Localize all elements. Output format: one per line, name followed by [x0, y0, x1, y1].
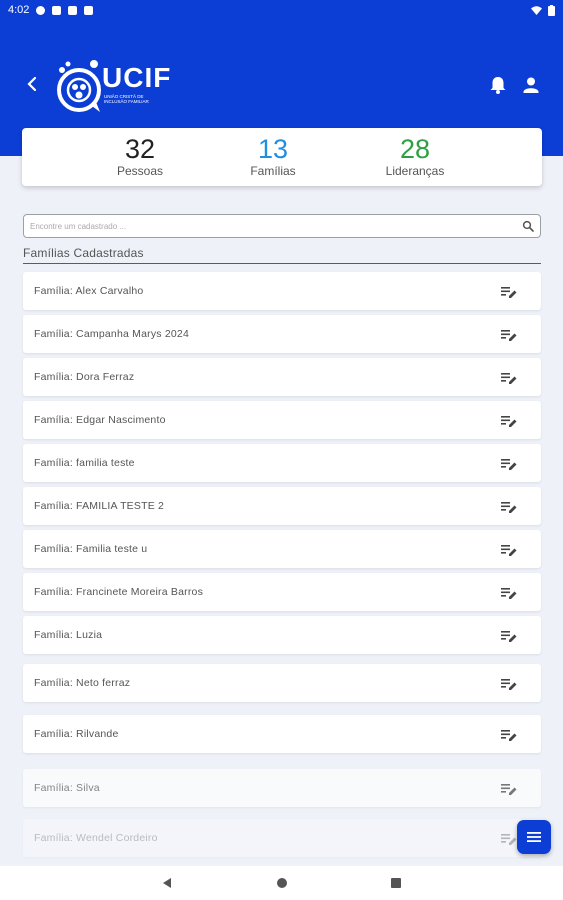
search-input[interactable]	[30, 221, 522, 231]
family-name: Família: Rilvande	[34, 728, 119, 740]
stats-card: 32 Pessoas 13 Famílias 28 Lideranças	[22, 128, 542, 186]
logo-emblem-icon	[57, 60, 101, 112]
battery-icon	[548, 4, 555, 16]
edit-note-icon[interactable]	[501, 328, 517, 342]
back-button[interactable]	[20, 72, 44, 96]
bell-icon	[490, 77, 506, 94]
list-item[interactable]: Família: Campanha Marys 2024	[23, 315, 541, 353]
stat-familias[interactable]: 13 Famílias	[218, 128, 328, 178]
list-item[interactable]: Família: Francinete Moreira Barros	[23, 573, 541, 611]
edit-note-icon[interactable]	[501, 500, 517, 514]
logo-subtitle: UNIÃO CRISTÃ DE INCLUSÃO FAMILIAR	[104, 94, 149, 104]
notifications-button[interactable]	[487, 74, 509, 96]
family-name: Família: Luzia	[34, 629, 103, 641]
edit-note-icon[interactable]	[501, 371, 517, 385]
edit-note-icon[interactable]	[501, 832, 517, 846]
list-item[interactable]: Família: Rilvande	[23, 715, 541, 753]
edit-note-icon[interactable]	[501, 629, 517, 643]
app-logo: UCIF UNIÃO CRISTÃ DE INCLUSÃO FAMILIAR	[54, 58, 184, 114]
list-item[interactable]: Família: Wendel Cordeiro	[23, 819, 541, 857]
family-name: Família: Silva	[34, 782, 100, 794]
family-name: Família: Edgar Nascimento	[34, 414, 166, 426]
sim-icon	[84, 5, 94, 15]
list-item[interactable]: Família: Neto ferraz	[23, 664, 541, 702]
stat-pessoas[interactable]: 32 Pessoas	[85, 128, 195, 178]
stat-liderancas[interactable]: 28 Lideranças	[360, 128, 470, 178]
menu-icon	[527, 832, 541, 842]
edit-note-icon[interactable]	[501, 586, 517, 600]
shield-icon	[52, 5, 62, 15]
status-time: 4:02	[8, 4, 30, 16]
wifi-icon	[531, 5, 542, 15]
family-name: Família: Dora Ferraz	[34, 371, 135, 383]
search-box	[23, 214, 541, 238]
nav-back-button[interactable]	[159, 875, 175, 891]
edit-note-icon[interactable]	[501, 414, 517, 428]
nav-home-button[interactable]	[274, 875, 290, 891]
family-name: Família: Wendel Cordeiro	[34, 832, 158, 844]
edit-note-icon[interactable]	[501, 677, 517, 691]
list-item[interactable]: Família: FAMILIA TESTE 2	[23, 487, 541, 525]
edit-note-icon[interactable]	[501, 457, 517, 471]
nav-recents-icon	[391, 878, 401, 888]
list-item[interactable]: Família: Familia teste u	[23, 530, 541, 568]
family-name: Família: familia teste	[34, 457, 135, 469]
profile-button[interactable]	[520, 74, 542, 96]
settings-icon	[36, 5, 46, 15]
stat-label: Famílias	[250, 164, 296, 178]
family-name: Família: Familia teste u	[34, 543, 148, 555]
edit-note-icon[interactable]	[501, 543, 517, 557]
nav-recents-button[interactable]	[388, 875, 404, 891]
stat-value: 28	[399, 134, 431, 164]
family-name: Família: Neto ferraz	[34, 677, 131, 689]
nav-back-icon	[163, 878, 171, 888]
family-name: Família: Francinete Moreira Barros	[34, 586, 204, 598]
family-name: Família: Campanha Marys 2024	[34, 328, 189, 340]
list-item[interactable]: Família: Silva	[23, 769, 541, 807]
user-icon	[523, 77, 539, 93]
stat-value: 13	[257, 134, 289, 164]
list-item[interactable]: Família: Luzia	[23, 616, 541, 654]
family-name: Família: Alex Carvalho	[34, 285, 144, 297]
arrow-back-icon	[27, 76, 37, 92]
stat-value: 32	[124, 134, 156, 164]
edit-note-icon[interactable]	[501, 285, 517, 299]
notification-icon	[68, 5, 78, 15]
list-item[interactable]: Família: Edgar Nascimento	[23, 401, 541, 439]
search-icon[interactable]	[522, 220, 534, 232]
edit-note-icon[interactable]	[501, 728, 517, 742]
section-title: Famílias Cadastradas	[23, 246, 541, 264]
family-name: Família: FAMILIA TESTE 2	[34, 500, 165, 512]
stat-label: Lideranças	[385, 164, 445, 178]
logo-text: UCIF	[102, 62, 172, 93]
status-bar: 4:02	[0, 0, 563, 20]
list-item[interactable]: Família: familia teste	[23, 444, 541, 482]
list-item[interactable]: Família: Dora Ferraz	[23, 358, 541, 396]
menu-fab-button[interactable]	[517, 820, 551, 854]
list-item[interactable]: Família: Alex Carvalho	[23, 272, 541, 310]
stat-label: Pessoas	[116, 164, 164, 178]
system-nav-bar	[0, 866, 563, 900]
nav-home-icon	[277, 878, 287, 888]
edit-note-icon[interactable]	[501, 782, 517, 796]
